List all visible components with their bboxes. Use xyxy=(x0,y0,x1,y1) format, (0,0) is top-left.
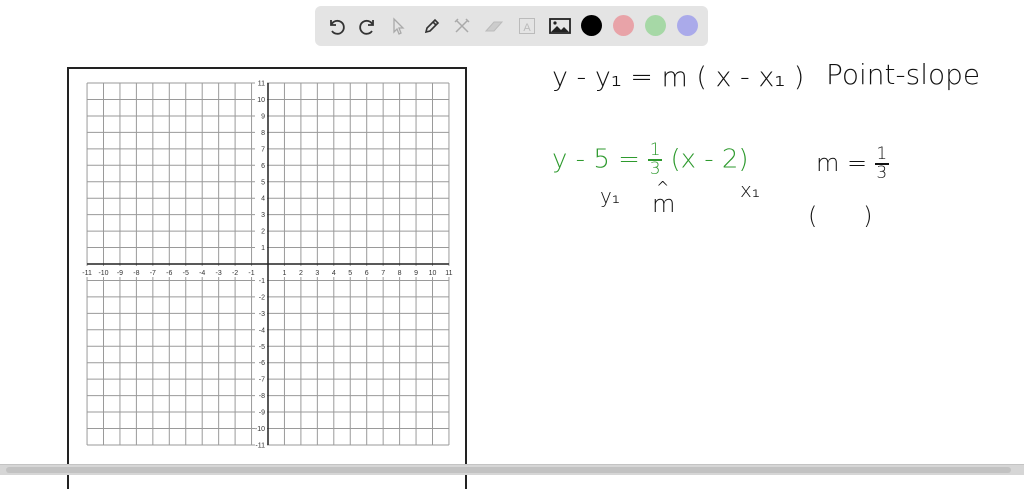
example-slope-fraction: 13 xyxy=(648,140,663,179)
y-tick-label: -4 xyxy=(259,327,265,334)
x-tick-label: -5 xyxy=(183,270,189,277)
point-parentheses: ( ) xyxy=(808,202,873,230)
example-rest: (x - 2) xyxy=(662,144,749,175)
y-tick-label: -2 xyxy=(259,294,265,301)
label-m: m xyxy=(652,190,676,218)
x-tick-label: -2 xyxy=(232,270,238,277)
y-tick-label: 10 xyxy=(257,97,265,104)
scrollbar-thumb[interactable] xyxy=(6,467,1011,473)
y-tick-label: -7 xyxy=(259,377,265,384)
fraction-denominator: 3 xyxy=(876,163,888,183)
slope-fraction: 13 xyxy=(874,144,889,183)
y-tick-label: 6 xyxy=(261,163,265,170)
x-tick-label: 11 xyxy=(445,270,452,277)
x-tick-label: 5 xyxy=(348,270,352,277)
example-y1: 5 xyxy=(593,144,610,175)
y-tick-label: -8 xyxy=(259,393,265,400)
x-tick-label: 3 xyxy=(315,270,319,277)
y-tick-label: -10 xyxy=(255,426,265,433)
x-tick-label: 6 xyxy=(365,270,369,277)
x-tick-label: -11 xyxy=(82,270,92,277)
y-tick-label: 9 xyxy=(261,113,265,120)
label-x1: x₁ xyxy=(740,178,760,202)
x-tick-label: 4 xyxy=(332,270,336,277)
point-slope-label: Point-slope xyxy=(826,58,981,91)
y-tick-label: 2 xyxy=(261,229,265,236)
x-tick-label: -8 xyxy=(133,270,139,277)
y-tick-label: 8 xyxy=(261,130,265,137)
x-tick-label: 7 xyxy=(381,270,385,277)
x-tick-label: -6 xyxy=(166,270,172,277)
x-tick-label: 8 xyxy=(398,270,402,277)
y-tick-label: 11 xyxy=(258,81,265,88)
y-tick-label: -1 xyxy=(259,278,265,285)
y-tick-label: 5 xyxy=(261,179,265,186)
fraction-denominator: 3 xyxy=(649,159,661,179)
example-eq: = xyxy=(609,144,649,175)
slope-value: m = 13 xyxy=(816,146,889,182)
y-tick-label: 1 xyxy=(261,245,265,252)
y-tick-label: -3 xyxy=(259,311,265,318)
fraction-numerator: 1 xyxy=(649,140,661,160)
example-lhs: y - xyxy=(552,144,594,175)
example-equation: y - 5 = 13 (x - 2) xyxy=(552,142,749,178)
x-tick-label: 10 xyxy=(429,270,437,277)
y-tick-label: 4 xyxy=(261,196,265,203)
x-tick-label: -9 xyxy=(117,270,123,277)
x-tick-label: -1 xyxy=(248,270,254,277)
y-tick-label: -9 xyxy=(259,410,265,417)
slope-lhs: m = xyxy=(816,149,875,177)
x-tick-label: 9 xyxy=(414,270,418,277)
y-tick-label: 3 xyxy=(261,212,265,219)
horizontal-scrollbar[interactable] xyxy=(0,464,1024,475)
x-tick-label: 1 xyxy=(282,270,286,277)
x-tick-label: -3 xyxy=(216,270,222,277)
point-slope-formula: y - y₁ = m ( x - x₁ ) xyxy=(552,62,805,93)
y-tick-label: -5 xyxy=(259,344,265,351)
x-tick-label: 2 xyxy=(299,270,303,277)
x-tick-label: -7 xyxy=(150,270,156,277)
x-tick-label: -4 xyxy=(199,270,205,277)
y-tick-label: 7 xyxy=(261,146,265,153)
y-tick-label: -11 xyxy=(255,442,265,449)
x-tick-label: -10 xyxy=(98,270,108,277)
y-tick-label: -6 xyxy=(259,360,265,367)
label-y1: y₁ xyxy=(600,184,620,208)
fraction-numerator: 1 xyxy=(876,144,888,164)
